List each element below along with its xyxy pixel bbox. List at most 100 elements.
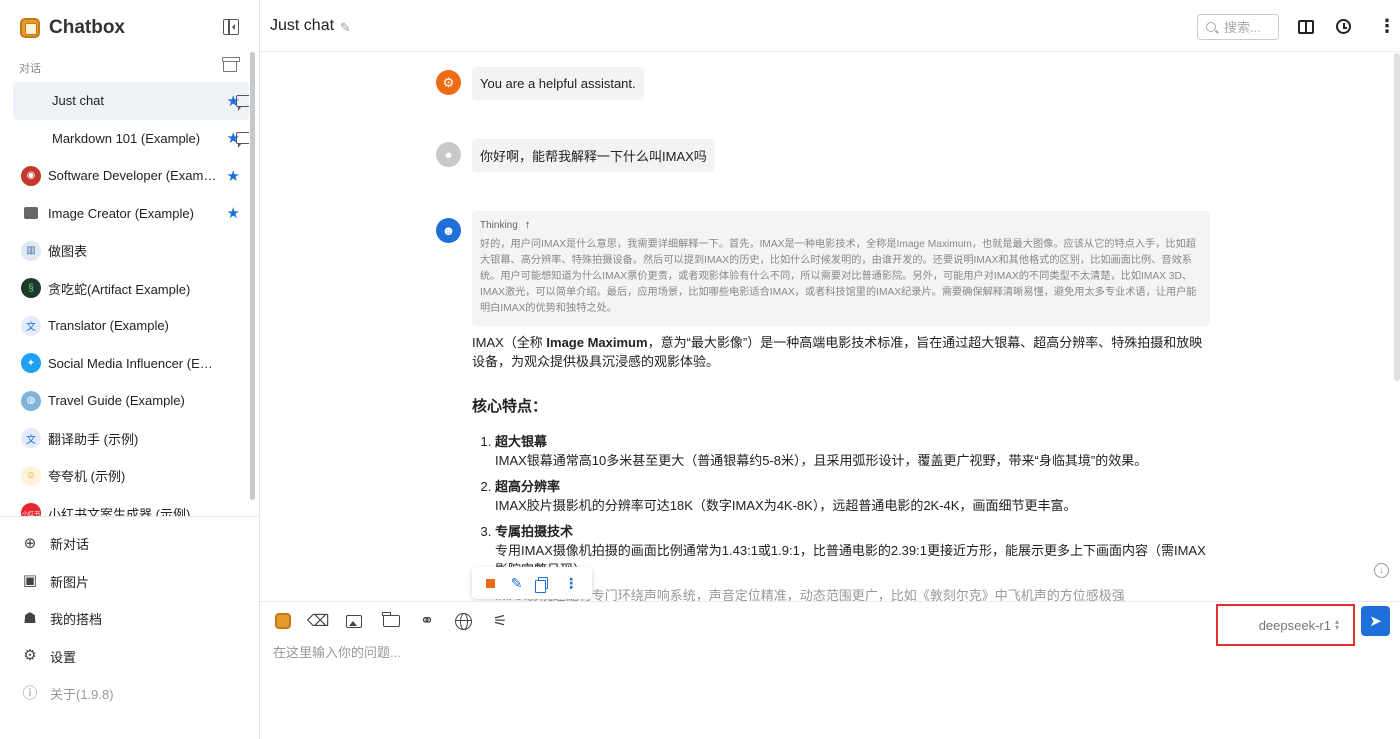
conversation-item[interactable]: ◉ Software Developer (Example) ★	[13, 157, 249, 195]
conversation-label: 翻译助手 (示例)	[48, 431, 139, 447]
archive-icon[interactable]	[222, 57, 240, 72]
edit-message-icon[interactable]: ✎	[511, 575, 523, 592]
search-icon	[1206, 22, 1216, 32]
message-input[interactable]	[273, 642, 1383, 722]
globe-icon	[454, 612, 472, 630]
answer-point: 超大银幕 IMAX银幕通常高10多米甚至更大（普通银幕约5-8米），且采用弧形设…	[495, 432, 1210, 470]
conversation-item[interactable]: Just chat ★	[13, 82, 249, 120]
settings-button[interactable]: ⚙ 设置	[13, 638, 249, 676]
sidebar: Chatbox 对话 Just chat ★ Markdown 101 (Exa…	[0, 0, 260, 739]
twitter-avatar-icon: ✦	[21, 353, 41, 374]
collapse-sidebar-icon[interactable]	[223, 19, 239, 35]
conversation-item[interactable]: ☺ 夸夸机 (示例)	[13, 457, 249, 495]
settings-sliders-icon[interactable]: ⚟	[490, 611, 510, 631]
conversation-item[interactable]: ✦ Social Media Influencer (Example)	[13, 345, 249, 383]
more-options-icon[interactable]: ⋮	[1378, 17, 1396, 35]
sidebar-scrollbar[interactable]	[250, 52, 255, 500]
point-text: IMAX胶片摄影机的分辨率可达18K（数字IMAX为4K-8K），远超普通电影的…	[495, 498, 1077, 513]
conversation-item[interactable]: § 贪吃蛇(Artifact Example)	[13, 270, 249, 308]
conversation-item[interactable]: ▥ 做图表	[13, 232, 249, 270]
thinking-header[interactable]: Thinking ↑	[480, 219, 1202, 231]
message-more-icon[interactable]: ⋮	[564, 575, 578, 592]
message-list: ⚙ You are a helpful assistant. ● 你好啊，能帮我…	[260, 53, 1400, 601]
chatbox-logo-icon	[275, 613, 291, 629]
scroll-to-bottom-icon[interactable]: ↓	[1374, 563, 1389, 578]
developer-avatar-icon: ◉	[21, 165, 41, 186]
conversation-item[interactable]: ◍ Travel Guide (Example)	[13, 382, 249, 420]
gear-icon: ⚙	[23, 647, 37, 665]
conversation-label: 夸夸机 (示例)	[48, 469, 126, 485]
stop-generating-icon[interactable]	[485, 578, 495, 588]
answer-points: 超大银幕 IMAX银幕通常高10多米甚至更大（普通银幕约5-8米），且采用弧形设…	[472, 432, 1210, 579]
star-icon[interactable]: ★	[227, 204, 240, 222]
edit-title-icon[interactable]: ✎	[340, 20, 351, 36]
star-icon[interactable]: ★	[227, 129, 240, 147]
copy-message-icon[interactable]	[535, 577, 549, 593]
web-search-button[interactable]	[453, 611, 473, 631]
conversation-label: Travel Guide (Example)	[48, 393, 185, 409]
attach-link-icon[interactable]: ⚭	[417, 611, 437, 631]
chatbox-assistant-button[interactable]	[273, 611, 293, 631]
chart-avatar-icon: ▥	[21, 240, 41, 261]
page-title: Just chat	[270, 17, 335, 34]
about-button[interactable]: ⓘ 关于(1.9.8)	[13, 675, 249, 713]
image-add-icon: ▣	[22, 572, 38, 590]
menu-label: 新对话	[50, 537, 90, 553]
answer-section-title: 核心特点：	[472, 398, 548, 415]
conversation-label: 做图表	[48, 244, 88, 260]
search-input[interactable]	[1224, 19, 1276, 35]
toggle-panel-icon[interactable]	[1298, 20, 1314, 34]
my-copilots-button[interactable]: ☗ 我的搭档	[13, 600, 249, 638]
new-image-button[interactable]: ▣ 新图片	[13, 563, 249, 601]
history-icon[interactable]	[1336, 19, 1351, 34]
conversation-item[interactable]: 文 翻译助手 (示例)	[13, 420, 249, 458]
thinking-block: Thinking ↑ 好的，用户问IMAX是什么意思，我需要详细解释一下。首先，…	[472, 211, 1210, 326]
snake-avatar-icon: §	[21, 278, 41, 299]
image-icon	[24, 207, 38, 220]
conversation-item[interactable]: Markdown 101 (Example) ★	[13, 120, 249, 158]
conversations-section-label: 对话	[19, 63, 41, 75]
send-button[interactable]: ➤	[1361, 606, 1390, 636]
assistant-answer: IMAX（全称 Image Maximum，意为“最大影像”）是一种高端电影技术…	[472, 333, 1210, 601]
chevron-updown-icon: ▴ ▾	[1334, 617, 1339, 632]
menu-label: 设置	[50, 649, 77, 665]
message-toolbar: ✎ ⋮	[472, 567, 592, 599]
conversation-label: Translator (Example)	[48, 318, 169, 334]
collapse-arrow-up-icon[interactable]: ↑	[525, 219, 531, 231]
user-message: 你好啊，能帮我解释一下什么叫IMAX吗	[472, 139, 715, 172]
attach-file-button[interactable]	[381, 611, 401, 631]
conversation-label: Image Creator (Example)	[48, 205, 194, 221]
folder-icon	[381, 612, 400, 627]
conversation-label: 贪吃蛇(Artifact Example)	[48, 281, 191, 297]
cheer-avatar-icon: ☺	[21, 465, 41, 486]
search-box[interactable]	[1197, 14, 1279, 40]
messages-scrollbar[interactable]	[1394, 53, 1400, 381]
sidebar-menu: ⊕ 新对话 ▣ 新图片 ☗ 我的搭档 ⚙ 设置 ⓘ 关于(1.9.8)	[13, 525, 249, 713]
image-icon	[346, 614, 362, 628]
system-avatar-gear-icon: ⚙	[436, 70, 461, 95]
version-label: 关于(1.9.8)	[50, 687, 114, 703]
send-icon: ➤	[1369, 613, 1382, 630]
point-title: 超大银幕	[495, 434, 548, 449]
star-icon[interactable]: ★	[227, 92, 240, 110]
conversation-item[interactable]: Image Creator (Example) ★	[13, 195, 249, 233]
menu-label: 新图片	[50, 574, 90, 590]
conversation-item[interactable]: 文 Translator (Example)	[13, 307, 249, 345]
model-selector[interactable]: deepseek-r1 ▴ ▾	[1216, 604, 1355, 646]
conversation-item[interactable]: 小红书 小红书文案生成器 (示例)	[13, 495, 249, 516]
conversation-list: Just chat ★ Markdown 101 (Example) ★ ◉ S…	[13, 82, 249, 516]
system-message: You are a helpful assistant.	[472, 67, 644, 100]
conversation-label: Software Developer (Example)	[48, 168, 218, 184]
clear-context-eraser-icon[interactable]: ⌫	[307, 611, 330, 631]
app-name: Chatbox	[49, 17, 125, 38]
robot-icon: ☗	[23, 609, 37, 627]
attach-image-button[interactable]	[344, 611, 364, 631]
point-title: 专属拍摄技术	[495, 524, 574, 539]
point-title: 超高分辨率	[495, 479, 561, 494]
star-icon[interactable]: ★	[227, 167, 240, 185]
user-avatar-icon: ●	[436, 142, 461, 167]
new-chat-button[interactable]: ⊕ 新对话	[13, 525, 249, 563]
answer-point: 超高分辨率 IMAX胶片摄影机的分辨率可达18K（数字IMAX为4K-8K），远…	[495, 477, 1210, 515]
conversation-label: Markdown 101 (Example)	[52, 130, 201, 146]
translate-avatar-icon: 文	[21, 428, 41, 449]
